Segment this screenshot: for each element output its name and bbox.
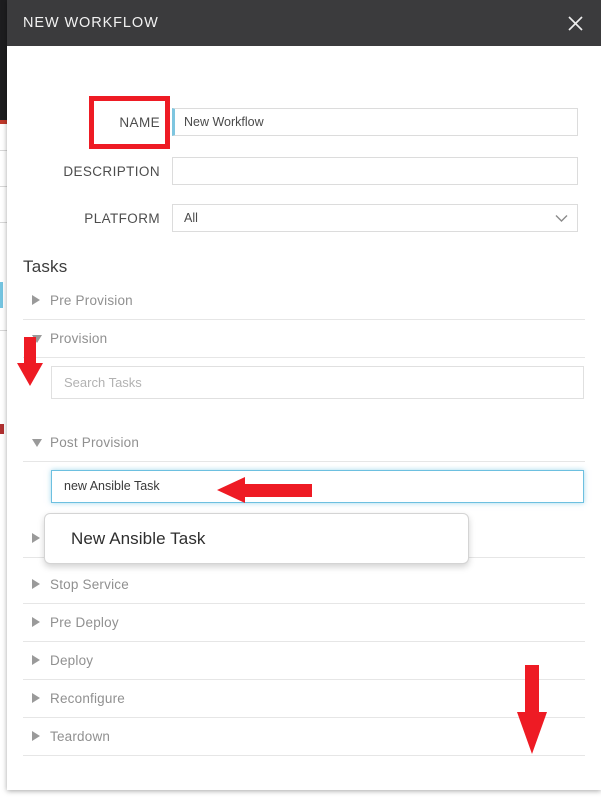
chevron-down-icon bbox=[555, 214, 568, 222]
description-row: DESCRIPTION bbox=[7, 157, 601, 187]
caret-down-icon bbox=[32, 335, 42, 343]
new-workflow-modal: NEW WORKFLOW NAME New Workflow DESCRIPTI… bbox=[7, 0, 601, 790]
platform-select-value: All bbox=[184, 211, 198, 225]
task-row-post-provision[interactable]: Post Provision bbox=[23, 424, 585, 462]
task-row-stop-service[interactable]: Stop Service bbox=[23, 566, 585, 604]
task-row-deploy[interactable]: Deploy bbox=[23, 642, 585, 680]
list-item[interactable]: New Ansible Task bbox=[71, 514, 206, 563]
task-label: Deploy bbox=[50, 653, 94, 668]
close-icon[interactable] bbox=[560, 8, 590, 38]
task-row-reconfigure[interactable]: Reconfigure bbox=[23, 680, 585, 718]
name-input-value: New Workflow bbox=[184, 115, 264, 129]
background-marker-sliver bbox=[0, 424, 4, 434]
caret-right-icon bbox=[32, 693, 40, 703]
caret-down-icon bbox=[32, 439, 42, 447]
task-label: Teardown bbox=[50, 729, 111, 744]
caret-right-icon bbox=[32, 295, 40, 305]
background-divider-sliver bbox=[0, 186, 7, 187]
name-label-highlight-box bbox=[89, 96, 170, 149]
task-label: Provision bbox=[50, 331, 108, 346]
task-row-pre-provision[interactable]: Pre Provision bbox=[23, 282, 585, 320]
task-label: Reconfigure bbox=[50, 691, 125, 706]
search-input[interactable]: Search Tasks bbox=[51, 366, 584, 399]
caret-right-icon bbox=[32, 579, 40, 589]
background-divider-sliver bbox=[0, 222, 7, 223]
modal-header: NEW WORKFLOW bbox=[7, 0, 601, 46]
platform-label: PLATFORM bbox=[84, 211, 160, 226]
background-divider-sliver bbox=[0, 330, 7, 331]
page-title: NEW WORKFLOW bbox=[23, 15, 159, 31]
description-input[interactable] bbox=[172, 157, 578, 185]
task-label: Stop Service bbox=[50, 577, 129, 592]
caret-right-icon bbox=[32, 533, 40, 543]
post-provision-search-input[interactable]: new Ansible Task bbox=[51, 470, 584, 503]
platform-row: PLATFORM All bbox=[7, 204, 601, 234]
name-input[interactable]: New Workflow bbox=[172, 108, 578, 136]
autocomplete-suggestion-list: New Ansible Task bbox=[44, 513, 469, 564]
post-provision-search-value: new Ansible Task bbox=[64, 479, 160, 493]
caret-right-icon bbox=[32, 655, 40, 665]
tasks-heading: Tasks bbox=[23, 257, 68, 276]
task-row-teardown[interactable]: Teardown bbox=[23, 718, 585, 756]
search-input-placeholder: Search Tasks bbox=[64, 375, 142, 390]
platform-select[interactable]: All bbox=[172, 204, 578, 232]
caret-right-icon bbox=[32, 731, 40, 741]
description-label: DESCRIPTION bbox=[63, 164, 160, 179]
task-label: Post Provision bbox=[50, 435, 140, 450]
background-navbar-sliver bbox=[0, 0, 7, 120]
task-row-provision[interactable]: Provision bbox=[23, 320, 585, 358]
task-label: Pre Provision bbox=[50, 293, 133, 308]
background-highlight-sliver bbox=[0, 282, 3, 308]
task-label: Pre Deploy bbox=[50, 615, 119, 630]
modal-body: NAME New Workflow DESCRIPTION PLATFORM A… bbox=[7, 46, 601, 790]
task-row-pre-deploy[interactable]: Pre Deploy bbox=[23, 604, 585, 642]
caret-right-icon bbox=[32, 617, 40, 627]
background-accent-sliver bbox=[0, 120, 7, 124]
background-divider-sliver bbox=[0, 150, 7, 151]
